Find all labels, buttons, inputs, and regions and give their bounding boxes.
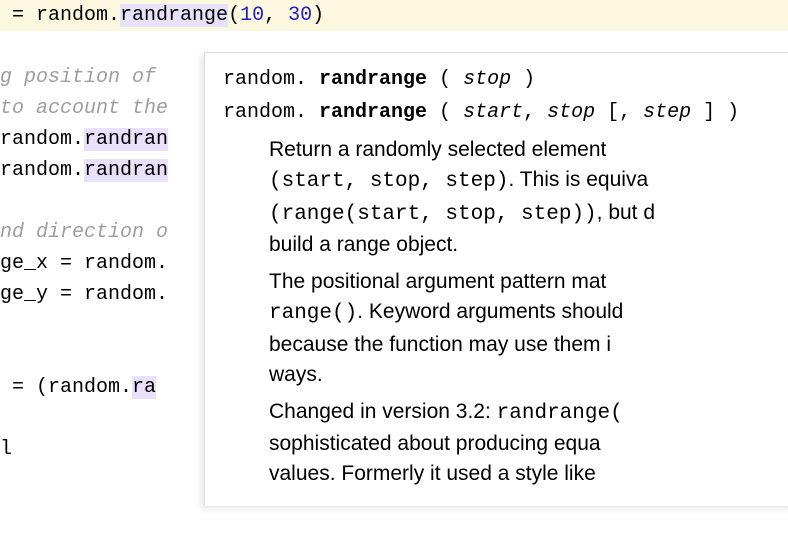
code-text: random. bbox=[0, 159, 84, 182]
code-text: = random. bbox=[0, 4, 120, 27]
function-name: randrange bbox=[319, 101, 427, 124]
signature-params: ( stop ) bbox=[427, 68, 535, 91]
arg-start: start bbox=[463, 101, 523, 124]
fn-call-highlight: randran bbox=[84, 128, 168, 151]
code-line-current[interactable]: = random.randrange(10, 30) bbox=[0, 0, 788, 31]
doc-paragraph: The positional argument pattern mat rang… bbox=[269, 267, 776, 391]
code-inline: (range(start, stop, step)) bbox=[269, 203, 597, 226]
code-text: ge_x = random. bbox=[0, 252, 168, 275]
function-name: randrange bbox=[319, 68, 427, 91]
code-inline: range() bbox=[269, 302, 357, 325]
comment-text: nd direction o bbox=[0, 221, 168, 244]
module-name: random. bbox=[223, 101, 319, 124]
arg-stop: stop bbox=[547, 101, 595, 124]
comment-text: to account the bbox=[0, 97, 180, 120]
doc-paragraph: Changed in version 3.2: randrange( sophi… bbox=[269, 397, 776, 490]
doc-body: Return a randomly selected element (star… bbox=[223, 129, 776, 490]
signature-line: random. randrange ( start, stop [, step … bbox=[223, 96, 776, 127]
code-text: = (random. bbox=[0, 376, 132, 399]
documentation-tooltip[interactable]: random. randrange ( stop ) random. randr… bbox=[204, 52, 788, 506]
arg-stop: stop bbox=[463, 68, 511, 91]
paren-close: ) bbox=[312, 4, 324, 27]
comment-text: g position of bbox=[0, 66, 168, 89]
signature-line: random. randrange ( stop ) bbox=[223, 63, 776, 94]
fn-call-highlight: ra bbox=[132, 376, 156, 399]
code-inline: (start, stop, step) bbox=[269, 170, 508, 193]
paren-open: ( bbox=[228, 4, 240, 27]
module-name: random. bbox=[223, 68, 319, 91]
code-text: ge_y = random. bbox=[0, 283, 168, 306]
comma: , bbox=[264, 4, 288, 27]
number-literal: 30 bbox=[288, 4, 312, 27]
number-literal: 10 bbox=[240, 4, 264, 27]
signature-params: ( start, stop [, step ] ) bbox=[427, 101, 739, 124]
fn-call-highlight: randran bbox=[84, 159, 168, 182]
code-text: l bbox=[0, 438, 12, 461]
fn-call-highlight: randrange bbox=[120, 4, 228, 27]
doc-paragraph: Return a randomly selected element (star… bbox=[269, 135, 776, 261]
code-text: random. bbox=[0, 128, 84, 151]
arg-step: step bbox=[643, 101, 691, 124]
code-inline: randrange( bbox=[497, 402, 623, 425]
